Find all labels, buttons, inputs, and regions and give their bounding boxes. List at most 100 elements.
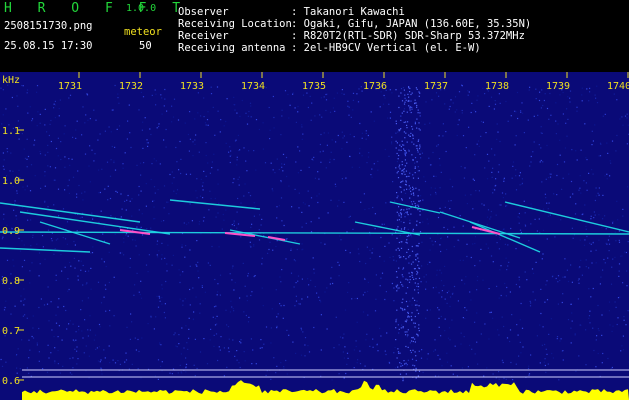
noise-speck: [240, 202, 242, 204]
noise-speck: [163, 311, 165, 314]
noise-speck: [440, 272, 443, 274]
noise-speck: [80, 269, 82, 271]
noise-speck: [515, 175, 517, 177]
noise-speck: [250, 116, 252, 118]
noise-speck: [423, 276, 425, 278]
noise-speck: [418, 242, 420, 245]
noise-speck: [384, 350, 386, 352]
noise-speck: [388, 155, 390, 157]
noise-speck: [80, 309, 82, 311]
noise-speck: [64, 238, 67, 240]
noise-speck: [150, 227, 152, 229]
noise-speck: [111, 145, 113, 148]
noise-speck: [398, 206, 400, 208]
noise-speck: [247, 321, 250, 323]
noise-speck: [185, 245, 187, 247]
noise-speck: [153, 328, 155, 330]
noise-speck: [188, 337, 190, 339]
noise-speck: [57, 188, 60, 190]
x-tick-label: 1737: [424, 81, 448, 92]
noise-speck: [294, 107, 296, 109]
noise-speck: [234, 109, 236, 111]
noise-speck: [311, 102, 313, 104]
noise-speck: [395, 271, 398, 273]
noise-speck: [53, 204, 55, 206]
noise-speck: [64, 156, 66, 158]
noise-speck: [607, 239, 610, 241]
noise-speck: [413, 188, 415, 190]
noise-speck: [591, 130, 593, 132]
noise-speck: [597, 328, 599, 330]
noise-speck: [337, 261, 339, 263]
noise-speck: [617, 317, 619, 319]
noise-speck: [219, 349, 221, 351]
noise-speck: [153, 199, 155, 202]
noise-speck: [193, 364, 195, 366]
noise-speck: [321, 116, 323, 118]
noise-speck: [521, 183, 523, 185]
noise-speck: [77, 275, 79, 277]
noise-speck: [474, 321, 476, 323]
noise-speck: [501, 192, 504, 194]
noise-speck: [198, 221, 201, 223]
noise-speck: [403, 89, 405, 91]
noise-speck: [499, 102, 501, 104]
noise-speck: [75, 129, 77, 131]
noise-speck: [448, 327, 451, 329]
noise-speck: [10, 152, 12, 154]
noise-speck: [316, 195, 318, 197]
noise-speck: [106, 161, 109, 163]
noise-speck: [339, 336, 342, 338]
noise-speck: [189, 265, 191, 267]
noise-speck: [398, 215, 400, 217]
noise-speck: [229, 311, 231, 313]
noise-speck: [78, 325, 80, 327]
noise-speck: [341, 89, 343, 91]
noise-speck: [618, 239, 620, 241]
noise-speck: [240, 236, 242, 238]
noise-speck: [509, 340, 511, 343]
noise-speck: [471, 102, 473, 104]
noise-speck: [498, 378, 500, 380]
noise-speck: [272, 169, 274, 171]
noise-speck: [531, 206, 533, 208]
noise-speck: [585, 228, 587, 230]
noise-speck: [18, 237, 20, 239]
noise-speck: [225, 142, 227, 144]
noise-speck: [286, 238, 288, 240]
noise-speck: [223, 219, 225, 221]
noise-speck: [488, 338, 490, 340]
noise-speck: [409, 197, 411, 199]
noise-speck: [89, 118, 91, 120]
noise-speck: [295, 161, 297, 163]
noise-speck: [384, 298, 386, 301]
noise-speck: [314, 177, 316, 179]
noise-speck: [395, 132, 397, 134]
noise-speck: [414, 299, 416, 301]
noise-speck: [238, 362, 240, 364]
noise-speck: [626, 285, 628, 287]
noise-speck: [405, 184, 407, 186]
noise-speck: [301, 124, 303, 126]
noise-speck: [6, 151, 9, 153]
noise-speck: [409, 255, 411, 257]
noise-speck: [536, 335, 538, 337]
noise-speck: [299, 150, 301, 152]
noise-speck: [607, 257, 609, 259]
noise-speck: [210, 328, 212, 330]
noise-speck: [82, 284, 84, 286]
noise-speck: [297, 105, 299, 108]
noise-speck: [211, 245, 213, 248]
noise-speck: [169, 372, 171, 374]
noise-speck: [89, 329, 91, 331]
noise-speck: [80, 260, 82, 262]
noise-speck: [570, 327, 572, 329]
y-tick-label: 1.1: [2, 126, 20, 137]
noise-speck: [18, 169, 20, 171]
noise-speck: [1, 365, 4, 367]
noise-speck: [400, 228, 403, 230]
noise-speck: [195, 296, 197, 298]
noise-speck: [412, 297, 414, 299]
noise-speck: [161, 303, 163, 305]
noise-speck: [306, 92, 308, 94]
